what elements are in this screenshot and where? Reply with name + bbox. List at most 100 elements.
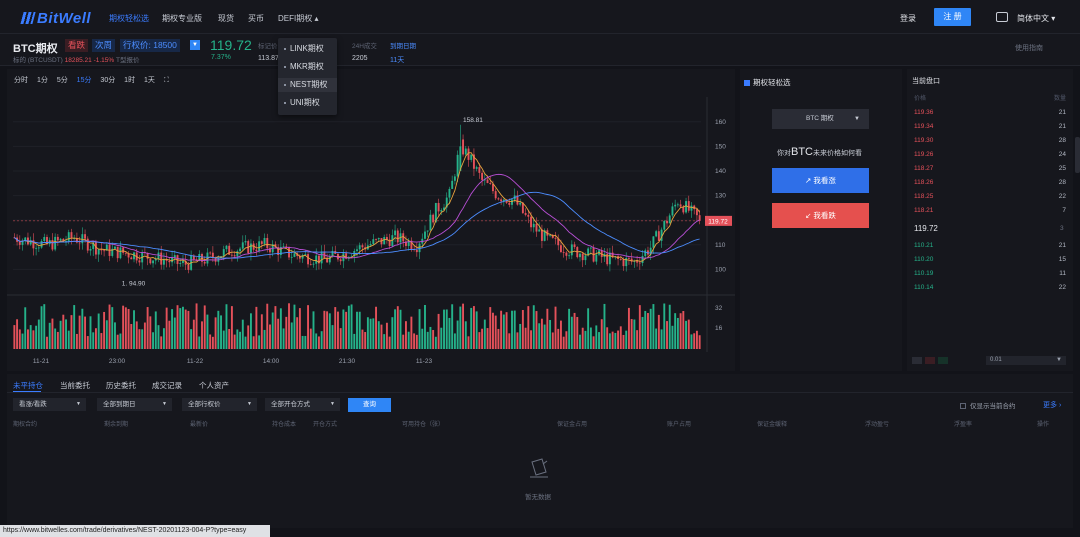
- filter-strike[interactable]: 全部行权价 ▼: [182, 398, 257, 411]
- candle-body: [568, 255, 571, 257]
- volume-bar: [133, 310, 135, 349]
- interval-tick[interactable]: 分时: [14, 75, 28, 85]
- ask-row[interactable]: 119.34 21: [912, 123, 1066, 134]
- interval-5m[interactable]: 5分: [57, 75, 68, 85]
- ask-row[interactable]: 118.27 25: [912, 165, 1066, 176]
- depth-select[interactable]: 0.01 ▼: [986, 356, 1066, 365]
- nav-easy-options[interactable]: 期权轻松选: [109, 13, 149, 24]
- col-account: 账户占用: [667, 422, 692, 428]
- candle-body: [312, 263, 315, 265]
- ask-row[interactable]: 118.25 22: [912, 193, 1066, 204]
- side-scroll-handle[interactable]: [1075, 137, 1080, 173]
- candle-body: [162, 259, 165, 265]
- ask-row[interactable]: 119.36 21: [912, 109, 1066, 120]
- app-download-icon[interactable]: [996, 12, 1008, 22]
- candle-body: [369, 244, 372, 246]
- fullscreen-icon[interactable]: ⛶: [164, 77, 169, 85]
- contract-dropdown-icon[interactable]: ▼: [190, 40, 200, 50]
- interval-1d[interactable]: 1天: [144, 75, 155, 85]
- candle-body: [554, 237, 557, 239]
- price-axis-label: 100: [715, 266, 726, 273]
- volume-bar: [252, 336, 255, 349]
- volume-bar: [130, 324, 133, 349]
- defi-item-uni[interactable]: UNI期权: [284, 96, 320, 110]
- volume-bar: [326, 311, 329, 349]
- col-remaining: 剩余到期: [104, 422, 129, 428]
- candle-body: [676, 204, 679, 206]
- candle-body: [138, 260, 141, 263]
- volume-bar: [516, 332, 519, 349]
- volume-bar: [437, 313, 440, 349]
- interval-30m[interactable]: 30分: [100, 75, 115, 85]
- volume-bar: [190, 329, 193, 349]
- nav-defi-options[interactable]: DEFI期权 ▴: [278, 13, 318, 24]
- nav-pro-options[interactable]: 期权专业版: [162, 13, 202, 24]
- candle-body: [622, 259, 625, 267]
- filter-open-mode[interactable]: 全部开仓方式 ▼: [265, 398, 340, 411]
- strike-tag[interactable]: 行权价: 18500: [120, 39, 180, 52]
- asset-select[interactable]: BTC 期权 ▼: [772, 109, 869, 129]
- interval-1m[interactable]: 1分: [37, 75, 48, 85]
- tab-order-history[interactable]: 历史委托: [106, 380, 136, 391]
- direction-tag[interactable]: 看跌: [65, 39, 89, 52]
- candle-body: [203, 261, 206, 264]
- login-button[interactable]: 登录: [900, 13, 916, 24]
- language-selector[interactable]: 简体中文 ▾: [1017, 13, 1055, 24]
- volume-bar: [535, 311, 538, 349]
- candle-body: [361, 245, 364, 248]
- volume-bar: [62, 314, 65, 349]
- query-button[interactable]: 查询: [348, 398, 391, 412]
- filter-direction[interactable]: 看涨/看跌 ▼: [13, 398, 86, 411]
- volume-bar: [18, 329, 21, 349]
- candle-body: [415, 249, 418, 253]
- volume-bar: [399, 309, 402, 349]
- bid-row[interactable]: 110.20 15: [912, 256, 1066, 267]
- only-current-checkbox[interactable]: 仅显示当前合约: [960, 400, 1016, 410]
- interval-15m[interactable]: 15分: [77, 75, 92, 85]
- volume-bar: [282, 328, 285, 349]
- candle-body: [606, 253, 609, 265]
- call-button[interactable]: ↗ 我看涨: [772, 168, 869, 193]
- register-button[interactable]: 注 册: [934, 8, 971, 26]
- bid-row[interactable]: 110.19 11: [912, 270, 1066, 281]
- ask-row[interactable]: 119.30 28: [912, 137, 1066, 148]
- volume-bar: [127, 309, 130, 349]
- candlestick-chart[interactable]: 160150140130120110100119.72158.811. 94.9…: [7, 87, 735, 371]
- interval-1h[interactable]: 1时: [124, 75, 135, 85]
- tab-assets[interactable]: 个人资产: [199, 380, 229, 391]
- expiry-tag[interactable]: 次周: [92, 39, 116, 52]
- volume-bar: [391, 317, 394, 349]
- defi-item-mkr[interactable]: MKR期权: [284, 60, 324, 74]
- candle-body: [81, 234, 84, 244]
- put-button[interactable]: ↙ 我看跌: [772, 203, 869, 228]
- volume-bar: [494, 315, 497, 349]
- defi-item-nest[interactable]: NEST期权: [278, 78, 337, 92]
- tab-open-positions[interactable]: 未平持仓: [13, 380, 43, 391]
- book-mode-asks-icon[interactable]: [925, 357, 935, 364]
- candle-body: [486, 179, 489, 183]
- nav-buy-coin[interactable]: 买币: [248, 13, 264, 24]
- volume-bar: [179, 308, 182, 349]
- ask-row[interactable]: 118.21 7: [912, 207, 1066, 218]
- logo[interactable]: BitWell: [20, 10, 91, 27]
- candle-body: [179, 262, 182, 264]
- volume-bar: [557, 328, 560, 349]
- volume-bar: [576, 316, 579, 349]
- bid-row[interactable]: 110.21 21: [912, 242, 1066, 253]
- ask-row[interactable]: 118.26 28: [912, 179, 1066, 190]
- volume-bar: [236, 329, 239, 349]
- volume-bar: [358, 311, 361, 349]
- tab-current-orders[interactable]: 当前委托: [60, 380, 90, 391]
- ask-row[interactable]: 119.26 24: [912, 151, 1066, 162]
- more-link[interactable]: 更多 ›: [1043, 400, 1061, 410]
- user-guide-link[interactable]: 使用指南: [1015, 43, 1043, 53]
- nav-spot[interactable]: 现货: [218, 13, 234, 24]
- bid-row[interactable]: 110.14 22: [912, 284, 1066, 295]
- tab-trade-history[interactable]: 成交记录: [152, 380, 182, 391]
- candle-body: [573, 244, 576, 248]
- book-mode-bids-icon[interactable]: [938, 357, 948, 364]
- candle-body: [679, 204, 682, 207]
- defi-item-link[interactable]: LINK期权: [284, 42, 324, 56]
- filter-expiry[interactable]: 全部到期日 ▼: [97, 398, 172, 411]
- book-mode-both-icon[interactable]: [912, 357, 922, 364]
